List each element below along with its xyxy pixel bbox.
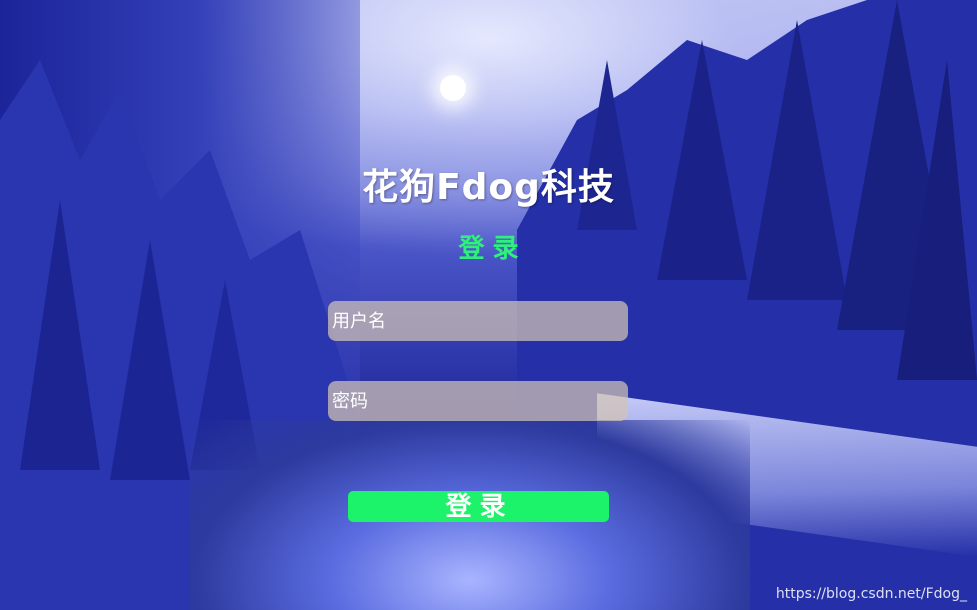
username-input[interactable] bbox=[328, 301, 628, 341]
moon bbox=[440, 75, 466, 101]
watermark: https://blog.csdn.net/Fdog_ bbox=[775, 586, 967, 602]
app-title: 花狗Fdog科技 bbox=[362, 167, 615, 208]
password-input[interactable] bbox=[328, 381, 628, 421]
login-heading: 登录 bbox=[458, 234, 527, 264]
login-button[interactable]: 登录 bbox=[348, 491, 609, 522]
background-scene: 花狗Fdog科技 登录 登录 https://blog.csdn.net/Fdo… bbox=[0, 0, 977, 610]
